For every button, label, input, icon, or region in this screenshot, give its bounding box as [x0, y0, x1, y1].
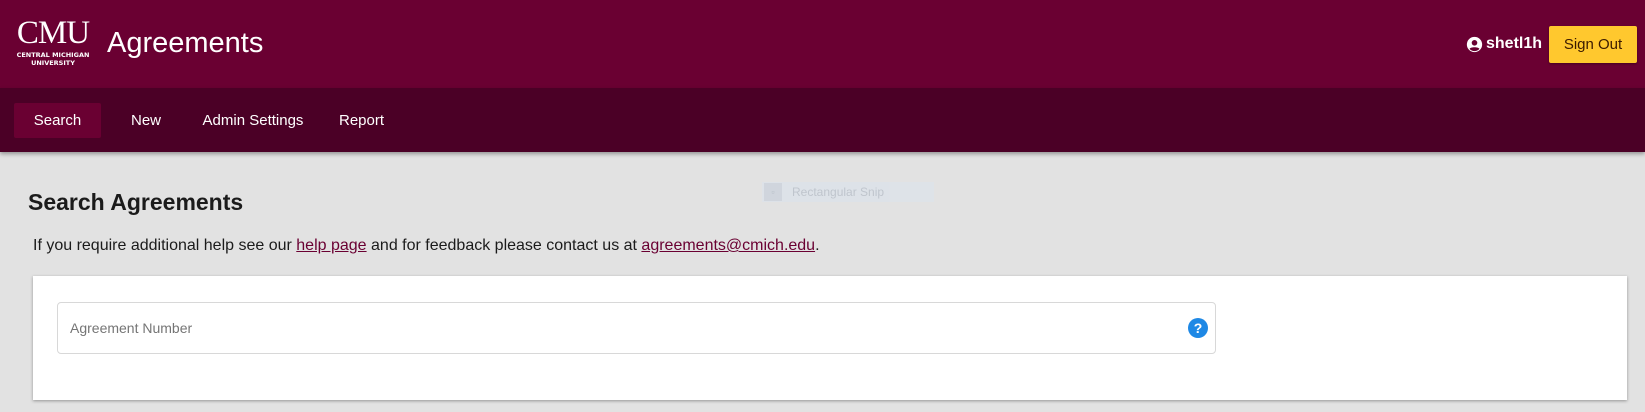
- agreement-number-field: ?: [57, 302, 1216, 354]
- page-title: Search Agreements: [28, 189, 244, 215]
- nav-admin-settings[interactable]: Admin Settings: [196, 103, 310, 138]
- username: shetl1h: [1486, 35, 1543, 52]
- app-header: CMU CENTRAL MICHIGAN UNIVERSITY Agreemen…: [0, 0, 1645, 88]
- snip-icon: ▫: [764, 183, 782, 201]
- feedback-email-link[interactable]: agreements@cmich.edu: [641, 237, 815, 254]
- main-nav: Search New Admin Settings Report: [0, 88, 1645, 152]
- sign-out-button[interactable]: Sign Out: [1549, 26, 1637, 63]
- help-circle-icon[interactable]: ?: [1188, 318, 1208, 338]
- user-menu[interactable]: shetl1h: [1466, 33, 1542, 55]
- help-page-link[interactable]: help page: [296, 237, 366, 254]
- nav-report[interactable]: Report: [329, 103, 394, 138]
- help-text-prefix: If you require additional help see our: [33, 237, 297, 254]
- search-card: ?: [33, 276, 1627, 400]
- nav-new[interactable]: New: [116, 103, 176, 138]
- app-title: Agreements: [107, 27, 264, 59]
- account-circle-icon: [1466, 36, 1483, 52]
- help-text-middle: and for feedback please contact us at: [366, 237, 642, 254]
- rectangular-snip-overlay: ▫ Rectangular Snip: [762, 182, 934, 202]
- help-text: If you require additional help see our h…: [33, 236, 820, 256]
- logo-line-2: UNIVERSITY: [31, 59, 75, 67]
- snip-label: Rectangular Snip: [792, 185, 885, 199]
- logo-mark: CMU: [16, 15, 90, 51]
- cmu-logo[interactable]: CMU CENTRAL MICHIGAN UNIVERSITY: [13, 17, 93, 73]
- nav-search[interactable]: Search: [14, 103, 101, 138]
- help-text-suffix: .: [815, 237, 820, 254]
- logo-line-1: CENTRAL MICHIGAN: [16, 51, 90, 59]
- agreement-number-input[interactable]: [70, 317, 1170, 339]
